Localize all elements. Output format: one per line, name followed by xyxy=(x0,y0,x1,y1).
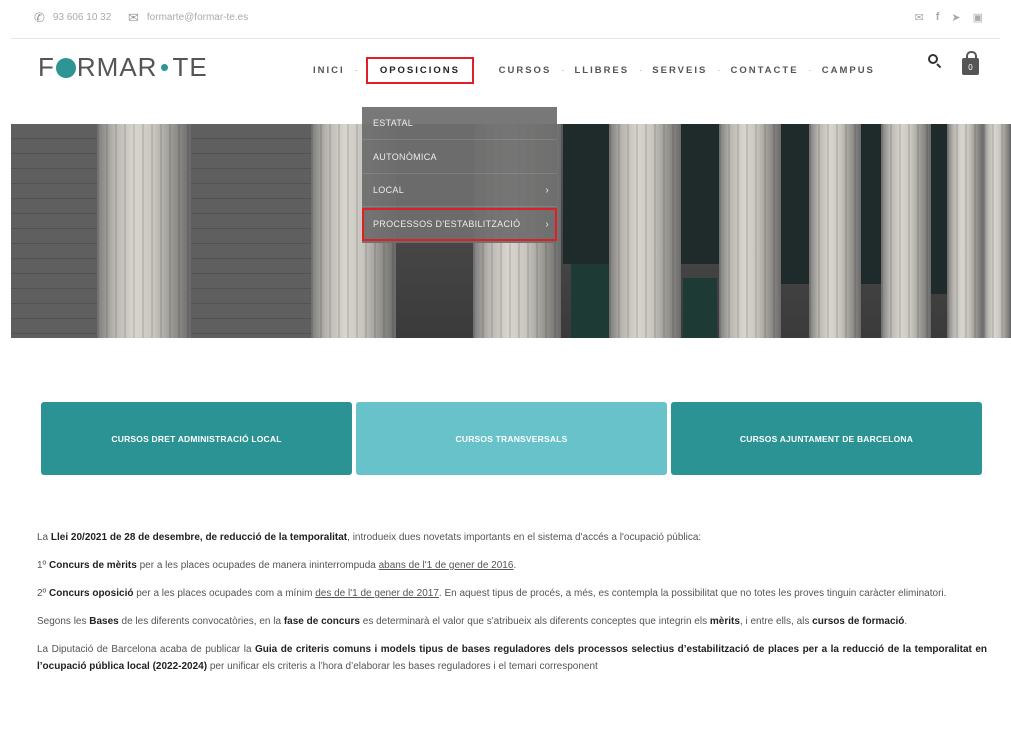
phone-number: 93 606 10 32 xyxy=(52,12,112,23)
nav-item-inici[interactable]: INICI xyxy=(313,65,345,76)
search-icon[interactable] xyxy=(928,54,942,69)
paragraph-bases: Segons les Bases de les diferents convoc… xyxy=(37,613,987,630)
dropdown-item-local[interactable]: LOCAL › xyxy=(362,174,557,207)
hero-column xyxy=(609,124,681,338)
facebook-icon[interactable]: f xyxy=(936,11,940,24)
paragraph-concurs-oposicio: 2º Concurs oposició per a les places ocu… xyxy=(37,585,987,602)
article-content: La Llei 20/2021 de 28 de desembre, de re… xyxy=(37,529,987,686)
paragraph-intro: La Llei 20/2021 de 28 de desembre, de re… xyxy=(37,529,987,546)
instagram-icon[interactable]: ▣ xyxy=(973,11,983,24)
paragraph-concurs-merits: 1º Concurs de mèrits per a les places oc… xyxy=(37,557,987,574)
nav-item-campus[interactable]: CAMPUS xyxy=(822,65,875,76)
logo-circle xyxy=(55,57,76,78)
text: La Diputació de Barcelona acaba de publi… xyxy=(37,644,255,655)
nav-separator: · xyxy=(354,65,358,76)
logo-text-f: F xyxy=(38,52,55,82)
oposicions-dropdown: ESTATAL AUTONÒMICA LOCAL › PROCESSOS D'E… xyxy=(362,107,557,243)
text: per a les places ocupades com a mínim xyxy=(133,588,316,599)
text: per a les places ocupades de manera inin… xyxy=(136,560,379,571)
text: La xyxy=(37,532,51,543)
card-cursos-dret-administracio-local[interactable]: CURSOS DRET ADMINISTRACIÓ LOCAL xyxy=(41,402,352,475)
card-cursos-ajuntament-barcelona[interactable]: CURSOS AJUNTAMENT DE BARCELONA xyxy=(671,402,982,475)
top-divider xyxy=(11,38,1000,39)
bold-term: Concurs oposició xyxy=(49,588,134,599)
email-contact[interactable]: ✉ formarte@formar-te.es xyxy=(128,9,249,25)
hero-column xyxy=(809,124,861,338)
law-title: Llei 20/2021 de 28 de desembre, de reduc… xyxy=(50,532,348,543)
card-label: CURSOS TRANSVERSALS xyxy=(455,433,568,444)
date-link[interactable]: des de l'1 de gener de 2017 xyxy=(315,588,439,599)
nav-separator: · xyxy=(808,65,812,76)
hero-column xyxy=(719,124,781,338)
card-label: CURSOS AJUNTAMENT DE BARCELONA xyxy=(739,433,914,444)
dropdown-item-label: AUTONÒMICA xyxy=(373,152,437,162)
email-icon[interactable]: ✉ xyxy=(914,11,923,24)
logo-text-rmar: RMAR xyxy=(76,52,158,82)
nav-item-oposicions[interactable]: OPOSICIONS xyxy=(365,57,475,84)
bold-term: fase de concurs xyxy=(283,616,360,627)
hero-window xyxy=(563,124,613,264)
dropdown-item-processos-estabilitzacio[interactable]: PROCESSOS D'ESTABILITZACIÓ › xyxy=(362,208,557,241)
hero-column xyxy=(947,124,983,338)
envelope-icon: ✉ xyxy=(128,9,139,25)
logo-dot xyxy=(161,64,169,71)
bold-term: Bases xyxy=(89,616,119,627)
text: de les diferents convocatòries, en la xyxy=(118,616,284,627)
chevron-right-icon: › xyxy=(545,219,549,230)
text: 2º xyxy=(37,588,49,599)
hero-window xyxy=(781,124,811,284)
date-link[interactable]: abans de l'1 de gener de 2016 xyxy=(379,560,514,571)
card-label: CURSOS DRET ADMINISTRACIÓ LOCAL xyxy=(111,433,282,444)
nav-separator: · xyxy=(561,65,565,76)
phone-contact[interactable]: ✆ 93 606 10 32 xyxy=(34,9,112,25)
hero-wall xyxy=(11,124,101,338)
nav-item-cursos[interactable]: CURSOS xyxy=(499,65,552,76)
social-links: ✉ f ➤ ▣ xyxy=(914,11,983,24)
course-categories: CURSOS DRET ADMINISTRACIÓ LOCAL CURSOS T… xyxy=(41,402,982,475)
hero-column xyxy=(97,124,191,338)
text: Segons les xyxy=(37,616,90,627)
top-bar: ✆ 93 606 10 32 ✉ formarte@formar-te.es ✉… xyxy=(0,0,1011,38)
dropdown-item-estatal[interactable]: ESTATAL xyxy=(362,107,557,140)
text: , i entre ells, als xyxy=(739,616,813,627)
nav-item-contacte[interactable]: CONTACTE xyxy=(730,65,798,76)
text: . En aquest tipus de procés, a més, es c… xyxy=(438,588,947,599)
text: 1º xyxy=(37,560,49,571)
card-cursos-transversals[interactable]: CURSOS TRANSVERSALS xyxy=(356,402,667,475)
dropdown-item-autonomica[interactable]: AUTONÒMICA xyxy=(362,141,557,174)
nav-item-serveis[interactable]: SERVEIS xyxy=(652,65,707,76)
text: . xyxy=(904,616,908,627)
text: es determinarà el valor que s'atribueix … xyxy=(359,616,710,627)
logo-text-te: TE xyxy=(172,52,208,82)
nav-item-llibres[interactable]: LLIBRES xyxy=(574,65,629,76)
hero-window xyxy=(861,124,883,284)
nav-separator: · xyxy=(717,65,721,76)
bold-term: Concurs de mèrits xyxy=(49,560,137,571)
dropdown-item-label: PROCESSOS D'ESTABILITZACIÓ xyxy=(373,219,521,229)
phone-icon: ✆ xyxy=(34,9,45,25)
text: , introdueix dues novetats importants en… xyxy=(347,532,702,543)
nav-separator: · xyxy=(639,65,643,76)
main-nav: INICI · OPOSICIONS CURSOS · LLIBRES · SE… xyxy=(313,57,875,84)
dropdown-item-label: ESTATAL xyxy=(373,118,414,128)
hero-wall xyxy=(191,124,316,338)
hero-door xyxy=(571,264,611,338)
paragraph-diputacio: La Diputació de Barcelona acaba de publi… xyxy=(37,641,987,675)
hero-door xyxy=(683,278,717,338)
hero-window xyxy=(681,124,721,264)
cart-icon[interactable]: 0 xyxy=(962,51,979,75)
bold-term: cursos de formació xyxy=(812,616,905,627)
twitter-icon[interactable]: ➤ xyxy=(951,11,960,24)
site-logo[interactable]: F RMAR TE xyxy=(38,52,208,83)
text: . xyxy=(513,560,517,571)
cart-count: 0 xyxy=(968,63,973,72)
email-address: formarte@formar-te.es xyxy=(146,12,249,23)
hero-column xyxy=(881,124,931,338)
chevron-right-icon: › xyxy=(545,185,549,196)
dropdown-item-label: LOCAL xyxy=(373,185,405,195)
bold-term: mèrits xyxy=(709,616,740,627)
hero-column xyxy=(983,124,1011,338)
text: per unificar els criteris a l’hora d’ela… xyxy=(207,661,598,672)
nav-separator xyxy=(486,65,489,76)
